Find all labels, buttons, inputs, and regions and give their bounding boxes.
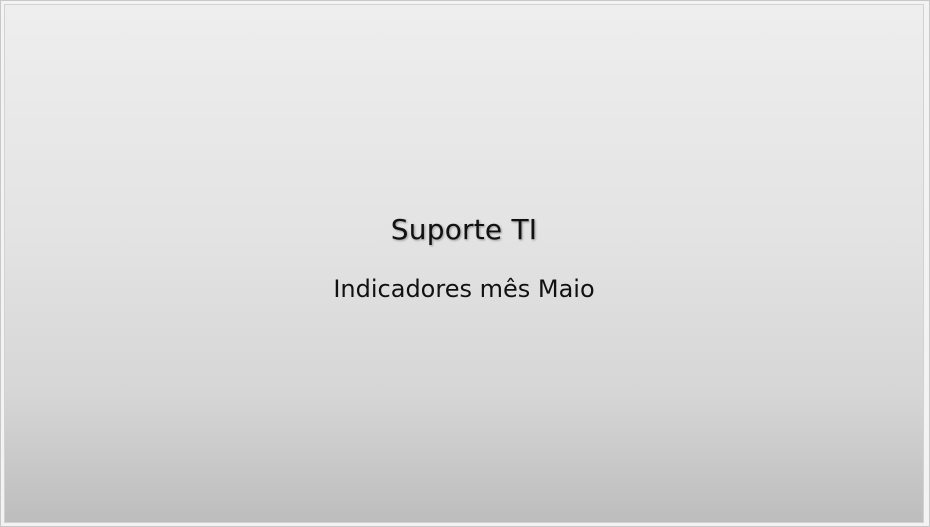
slide-frame: Suporte TI Indicadores mês Maio [0,0,930,527]
slide-canvas[interactable]: Suporte TI Indicadores mês Maio [4,4,924,523]
slide-title[interactable]: Suporte TI [5,213,923,246]
slide-subtitle[interactable]: Indicadores mês Maio [5,275,923,303]
